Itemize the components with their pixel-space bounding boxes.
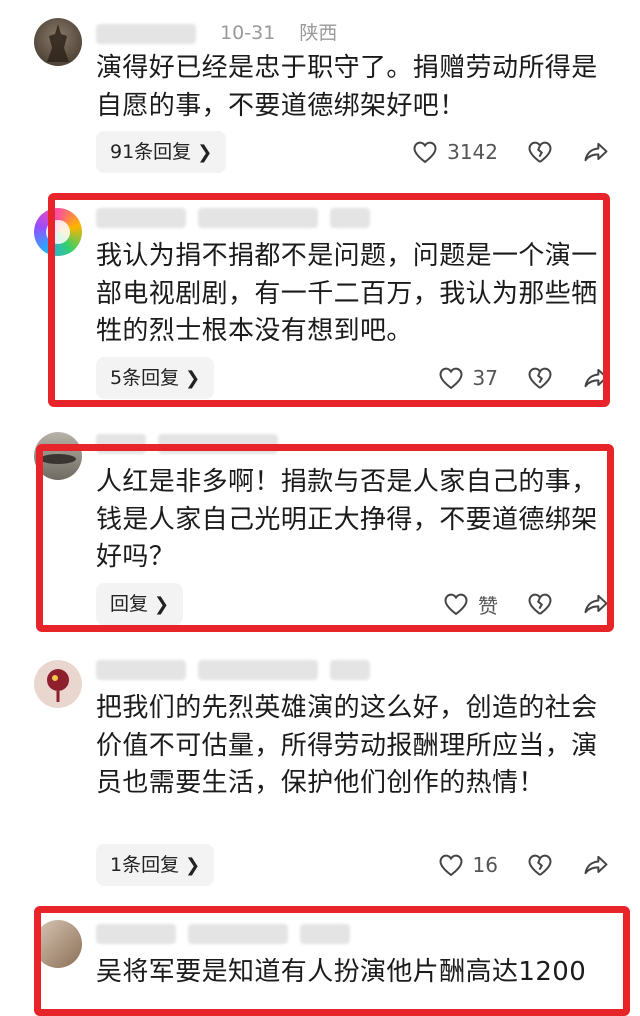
comment-text: 演得好已经是忠于职守了。捐赠劳动所得是自愿的事，不要道德绑架好吧！ <box>96 53 598 121</box>
share-arrow-icon <box>584 594 608 614</box>
like-button[interactable]: 赞 <box>442 590 498 619</box>
comment-text: 把我们的先烈英雄演的这么好，创造的社会价值不可估量，所得劳动报酬理所应当，演员也… <box>96 693 598 798</box>
reply-count-label: 5条回复 <box>110 367 180 389</box>
comment-location: 陕西 <box>299 22 338 44</box>
share-button[interactable] <box>582 590 610 618</box>
view-replies-button[interactable]: 5条回复 ❯ <box>96 357 215 399</box>
comment-text: 吴将军要是知道有人扮演他片酬高达1200 <box>96 957 587 987</box>
reply-count-label: 1条回复 <box>110 854 180 876</box>
avatar[interactable] <box>34 18 82 66</box>
comment-actions: 37 <box>409 357 610 399</box>
dislike-button[interactable] <box>526 364 554 392</box>
view-replies-button[interactable]: 91条回复 ❯ <box>96 131 227 173</box>
heart-outline-icon <box>413 141 437 164</box>
comment-actions: 16 <box>409 844 610 886</box>
heart-outline-icon <box>444 593 468 616</box>
avatar[interactable] <box>34 208 82 256</box>
comment-meta <box>96 922 350 944</box>
dislike-button[interactable] <box>526 138 554 166</box>
dislike-button[interactable] <box>526 851 554 879</box>
comment-actions: 赞 <box>414 583 610 625</box>
comment-meta <box>96 432 278 454</box>
comment-meta: 10-31 陕西 <box>96 18 337 45</box>
chevron-right-icon: ❯ <box>154 594 170 615</box>
chevron-right-icon: ❯ <box>185 855 201 876</box>
comment-meta <box>96 206 370 228</box>
heart-outline-icon <box>439 854 463 877</box>
broken-heart-icon <box>528 854 552 876</box>
comment-text: 人红是非多啊！捐款与否是人家自己的事，钱是人家自己光明正大挣得，不要道德绑架好吗… <box>96 467 598 572</box>
like-button[interactable]: 3142 <box>411 138 498 166</box>
like-label: 赞 <box>478 593 498 618</box>
reply-button[interactable]: 回复 ❯ <box>96 583 184 625</box>
reply-count-label: 91条回复 <box>110 141 192 163</box>
avatar[interactable] <box>34 432 82 480</box>
share-button[interactable] <box>582 138 610 166</box>
broken-heart-icon <box>528 141 552 163</box>
like-button[interactable]: 16 <box>437 851 498 879</box>
reply-label: 回复 <box>110 593 149 615</box>
chevron-right-icon: ❯ <box>197 142 213 163</box>
comment-actions: 3142 <box>383 131 610 173</box>
broken-heart-icon <box>528 367 552 389</box>
comment-text: 我认为捐不捐都不是问题，问题是一个演一部电视剧剧，有一千二百万，我认为那些牺牲的… <box>96 241 598 346</box>
avatar[interactable] <box>34 920 82 968</box>
share-button[interactable] <box>582 851 610 879</box>
comment-date: 10-31 <box>220 22 276 44</box>
view-replies-button[interactable]: 1条回复 ❯ <box>96 844 215 886</box>
like-count: 37 <box>472 366 498 390</box>
share-button[interactable] <box>582 364 610 392</box>
share-arrow-icon <box>584 855 608 875</box>
comment-meta <box>96 658 370 680</box>
share-arrow-icon <box>584 142 608 162</box>
like-count: 3142 <box>447 140 498 164</box>
heart-outline-icon <box>439 367 463 390</box>
like-count: 16 <box>472 853 498 877</box>
chevron-right-icon: ❯ <box>185 368 201 389</box>
avatar[interactable] <box>34 660 82 708</box>
like-button[interactable]: 37 <box>437 364 498 392</box>
dislike-button[interactable] <box>526 590 554 618</box>
share-arrow-icon <box>584 368 608 388</box>
broken-heart-icon <box>528 593 552 615</box>
